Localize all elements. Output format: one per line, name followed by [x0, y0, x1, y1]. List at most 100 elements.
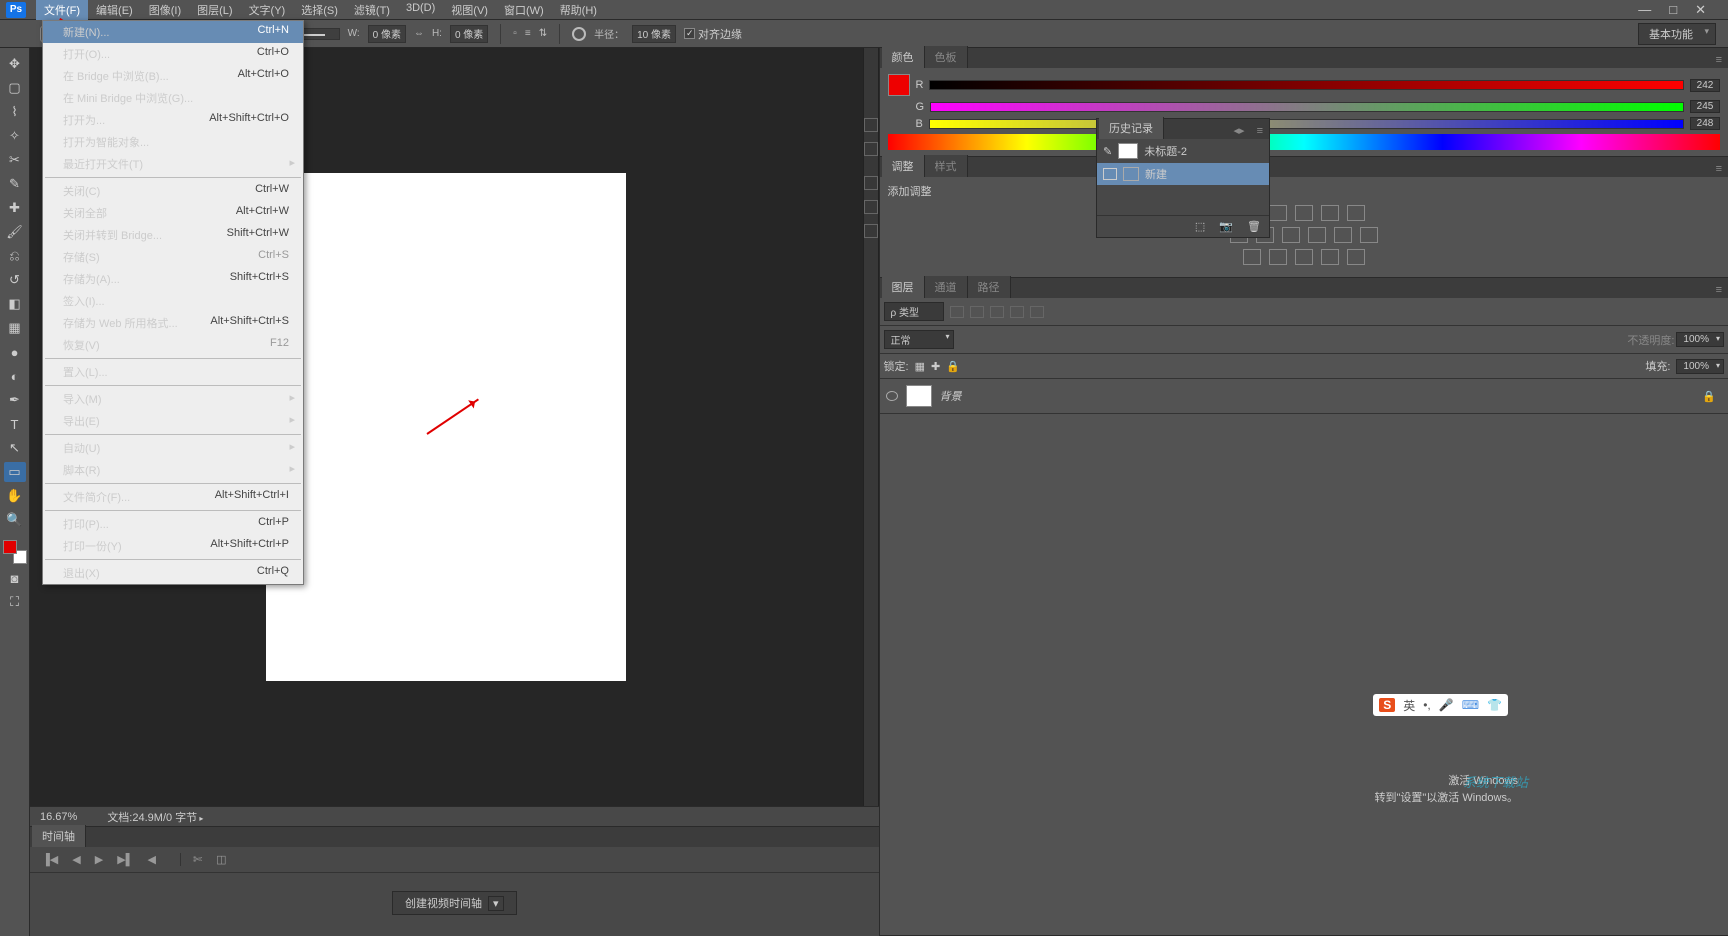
- eraser-tool[interactable]: ◧: [4, 294, 26, 314]
- brush-tool[interactable]: 🖌: [4, 222, 26, 242]
- sogou-ime-bar[interactable]: S 英 •, 🎤 ⌨ 👕: [1373, 694, 1508, 716]
- ime-lang[interactable]: 英: [1403, 697, 1415, 714]
- color-tab[interactable]: 颜色: [882, 46, 925, 68]
- file-menu-导出(E)[interactable]: 导出(E): [43, 410, 303, 432]
- file-menu-自动(U)[interactable]: 自动(U): [43, 437, 303, 459]
- history-new-snap-icon[interactable]: ⬚: [1195, 220, 1205, 233]
- menu-窗口(W)[interactable]: 窗口(W): [496, 0, 552, 20]
- tl-first-icon[interactable]: ▐◀: [42, 853, 58, 866]
- gradient-tool[interactable]: ▦: [4, 318, 26, 338]
- layers-tab[interactable]: 图层: [882, 276, 925, 298]
- marquee-tool[interactable]: ▢: [4, 78, 26, 98]
- create-video-timeline-button[interactable]: 创建视频时间轴▾: [392, 891, 517, 915]
- menu-文字(Y)[interactable]: 文字(Y): [241, 0, 294, 20]
- ime-skin-icon[interactable]: 👕: [1487, 698, 1502, 712]
- tl-cut-icon[interactable]: ✄: [180, 853, 202, 866]
- dock-icon-2[interactable]: [864, 142, 878, 156]
- swatches-tab[interactable]: 色板: [925, 46, 968, 68]
- layer-filter-kind[interactable]: ρ 类型: [884, 302, 944, 321]
- file-menu-新建(N)...[interactable]: 新建(N)...Ctrl+N: [43, 21, 303, 43]
- color-swatches[interactable]: [3, 540, 27, 564]
- file-menu-在 Bridge 中浏览(B)...[interactable]: 在 Bridge 中浏览(B)...Alt+Ctrl+O: [43, 65, 303, 87]
- file-menu-置入(L)...[interactable]: 置入(L)...: [43, 361, 303, 383]
- file-menu-打开为智能对象...[interactable]: 打开为智能对象...: [43, 131, 303, 153]
- hand-tool[interactable]: ✋: [4, 486, 26, 506]
- tl-next-icon[interactable]: ▶▌: [117, 853, 133, 866]
- color-r-value[interactable]: 242: [1690, 79, 1720, 92]
- color-g-slider[interactable]: [930, 102, 1684, 112]
- crop-tool[interactable]: ✂: [4, 150, 26, 170]
- canvas[interactable]: [266, 173, 626, 681]
- file-menu-存储为 Web 所用格式...[interactable]: 存储为 Web 所用格式...Alt+Shift+Ctrl+S: [43, 312, 303, 334]
- adj-invert-icon[interactable]: [1243, 249, 1261, 265]
- blur-tool[interactable]: ●: [4, 342, 26, 362]
- height-field[interactable]: 0 像素: [450, 25, 488, 43]
- adj-photo-icon[interactable]: [1308, 227, 1326, 243]
- tl-transition-icon[interactable]: ◫: [216, 853, 226, 866]
- minimize-button[interactable]: —: [1638, 2, 1651, 18]
- zoom-level[interactable]: 16.67%: [40, 811, 77, 823]
- width-field[interactable]: 0 像素: [368, 25, 406, 43]
- link-wh-icon[interactable]: ⇔: [414, 28, 424, 39]
- eyedropper-tool[interactable]: ✎: [4, 174, 26, 194]
- menu-编辑(E)[interactable]: 编辑(E): [88, 0, 141, 20]
- file-menu-脚本(R)[interactable]: 脚本(R): [43, 459, 303, 481]
- adj-poster-icon[interactable]: [1269, 249, 1287, 265]
- adj-curves-icon[interactable]: [1295, 205, 1313, 221]
- file-menu-关闭(C)[interactable]: 关闭(C)Ctrl+W: [43, 180, 303, 202]
- layer-thumb[interactable]: [906, 385, 932, 407]
- close-button[interactable]: ✕: [1695, 2, 1706, 18]
- arrange-icon[interactable]: ⇅: [539, 28, 547, 39]
- file-menu-打印一份(Y)[interactable]: 打印一份(Y)Alt+Shift+Ctrl+P: [43, 535, 303, 557]
- file-menu-关闭全部[interactable]: 关闭全部Alt+Ctrl+W: [43, 202, 303, 224]
- history-doc-row[interactable]: ✎ 未标题-2: [1097, 139, 1269, 163]
- history-trash-icon[interactable]: 🗑: [1247, 220, 1261, 233]
- panel-menu-icon[interactable]: ≡: [1251, 123, 1269, 139]
- timeline-tab[interactable]: 时间轴: [32, 825, 86, 847]
- adjustments-tab[interactable]: 调整: [882, 155, 925, 177]
- align-icon[interactable]: ≡: [525, 28, 531, 39]
- opacity-field[interactable]: 100%: [1676, 332, 1724, 347]
- dock-icon-3[interactable]: [864, 176, 878, 190]
- filter-shape-icon[interactable]: [1010, 306, 1024, 318]
- adj-selective-icon[interactable]: [1347, 249, 1365, 265]
- quickmask-tool[interactable]: ◙: [4, 568, 26, 588]
- wand-tool[interactable]: ✧: [4, 126, 26, 146]
- layer-background[interactable]: 背景 🔒: [880, 379, 1728, 414]
- adj-vibrance-icon[interactable]: [1347, 205, 1365, 221]
- dock-icon-5[interactable]: [864, 224, 878, 238]
- pen-tool[interactable]: ✒: [4, 390, 26, 410]
- panel-menu-icon[interactable]: ≡: [1710, 52, 1728, 68]
- panel-menu-icon[interactable]: ≡: [1710, 282, 1728, 298]
- file-menu-导入(M)[interactable]: 导入(M): [43, 388, 303, 410]
- fill-field[interactable]: 100%: [1676, 359, 1724, 374]
- dock-icon-4[interactable]: [864, 200, 878, 214]
- color-b-value[interactable]: 248: [1690, 117, 1720, 130]
- color-r-slider[interactable]: [929, 80, 1684, 90]
- filter-pixel-icon[interactable]: [950, 306, 964, 318]
- file-menu-打开为...[interactable]: 打开为...Alt+Shift+Ctrl+O: [43, 109, 303, 131]
- dodge-tool[interactable]: ◐: [4, 366, 26, 386]
- history-brush-source-icon[interactable]: ✎: [1103, 145, 1112, 158]
- panel-collapse-icon[interactable]: ◂▸: [1228, 122, 1251, 139]
- radius-field[interactable]: 10 像素: [632, 25, 676, 43]
- align-edges-checkbox[interactable]: 对齐边缘: [684, 26, 742, 42]
- adj-gradmap-icon[interactable]: [1321, 249, 1339, 265]
- file-menu-打印(P)...[interactable]: 打印(P)...Ctrl+P: [43, 513, 303, 535]
- ime-punct-icon[interactable]: •,: [1423, 698, 1431, 712]
- maximize-button[interactable]: □: [1669, 2, 1677, 18]
- dock-icon-1[interactable]: [864, 118, 878, 132]
- menu-图层(L)[interactable]: 图层(L): [189, 0, 240, 20]
- gear-icon[interactable]: [572, 27, 586, 41]
- healing-tool[interactable]: ✚: [4, 198, 26, 218]
- workspace-dropdown[interactable]: 基本功能: [1638, 23, 1716, 45]
- adj-bw-icon[interactable]: [1282, 227, 1300, 243]
- lock-all-icon[interactable]: 🔒: [946, 360, 960, 373]
- lock-pixels-icon[interactable]: ▦: [915, 360, 925, 373]
- filter-text-icon[interactable]: [990, 306, 1004, 318]
- zoom-tool[interactable]: 🔍: [4, 510, 26, 530]
- adj-lookup-icon[interactable]: [1360, 227, 1378, 243]
- lock-position-icon[interactable]: ✚: [931, 360, 940, 373]
- ime-keyboard-icon[interactable]: ⌨: [1462, 698, 1479, 712]
- file-menu-最近打开文件(T)[interactable]: 最近打开文件(T): [43, 153, 303, 175]
